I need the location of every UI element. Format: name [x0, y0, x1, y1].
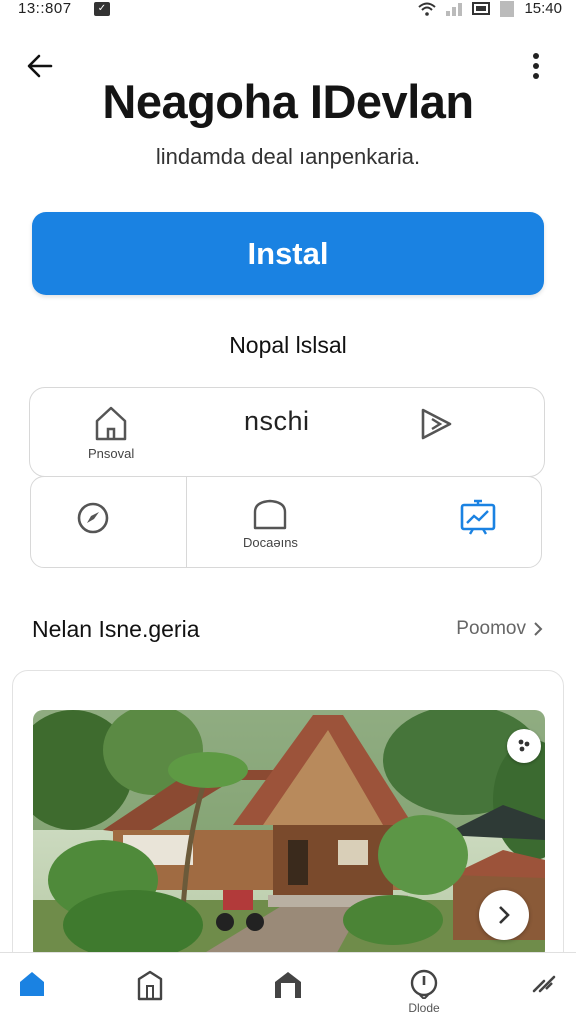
dots-cluster-icon: [518, 739, 530, 752]
status-time-right: 15:40: [524, 0, 562, 17]
grid-item-personal[interactable]: Pnsoval: [88, 404, 134, 461]
grid-item-play[interactable]: [418, 406, 454, 442]
door-icon: [137, 970, 163, 1001]
compass-icon: [77, 502, 109, 534]
section-label: Nopal lslsal: [229, 332, 347, 358]
nav-tools[interactable]: [514, 969, 574, 997]
featured-link-label: Poomov: [456, 618, 526, 639]
featured-see-more-link[interactable]: Poomov: [456, 618, 544, 640]
featured-media-card[interactable]: [12, 670, 564, 970]
grid-item-label: nschi: [244, 406, 310, 436]
grid-item-documents[interactable]: Docaəıns: [243, 497, 298, 550]
nav-house[interactable]: [258, 969, 318, 1001]
play-icon: [421, 408, 452, 440]
battery-gray-icon: [500, 0, 515, 17]
grid-item-compass[interactable]: [76, 501, 110, 535]
house-photo-illustration: [33, 710, 545, 960]
tools-icon: [532, 975, 556, 993]
grid-item-label: Docaəıns: [243, 535, 298, 550]
status-icons: 15:40: [418, 0, 562, 17]
home-outline-icon: [254, 499, 287, 530]
signal-icon: [446, 2, 463, 16]
featured-house-image: [33, 710, 545, 960]
status-time-left: 13::807: [18, 0, 72, 17]
app-title: Neagoha IDevlan: [102, 75, 474, 128]
nav-home[interactable]: [2, 969, 62, 999]
grid-item-presentation[interactable]: [459, 497, 497, 535]
nav-info[interactable]: Dlode: [394, 969, 454, 1015]
info-icon: [410, 969, 438, 999]
grid-item-label: Pnsoval: [88, 446, 135, 461]
notification-check-icon: ✓: [94, 2, 110, 16]
featured-section-header: Nelan Isne.geria Poomov: [32, 616, 544, 646]
nav-label: Dlode: [408, 1001, 440, 1015]
home-icon: [95, 406, 127, 441]
install-button[interactable]: Instal: [32, 212, 544, 295]
next-image-button[interactable]: [479, 890, 529, 940]
feature-grid-row-1: Pnsoval nschi: [29, 387, 545, 477]
gallery-badge[interactable]: [507, 729, 541, 763]
featured-section-title: Nelan Isne.geria: [32, 616, 200, 642]
wifi-icon: [418, 2, 437, 16]
home-icon: [20, 972, 44, 996]
house-icon: [275, 972, 301, 998]
chevron-right-icon: [534, 622, 543, 636]
status-bar: 13::807 ✓ 15:40: [0, 0, 576, 22]
nav-door[interactable]: [120, 969, 180, 1001]
app-subtitle: lindamda deal ıanpenkaria.: [155, 144, 421, 169]
feature-grid-row-2: Docaəıns: [30, 476, 542, 568]
grid-item-search[interactable]: nschi: [244, 406, 310, 437]
bottom-navigation: Dlode: [0, 952, 576, 1024]
presentation-icon: [460, 499, 496, 535]
battery-icon: [472, 2, 491, 15]
chevron-right-icon: [499, 906, 510, 924]
